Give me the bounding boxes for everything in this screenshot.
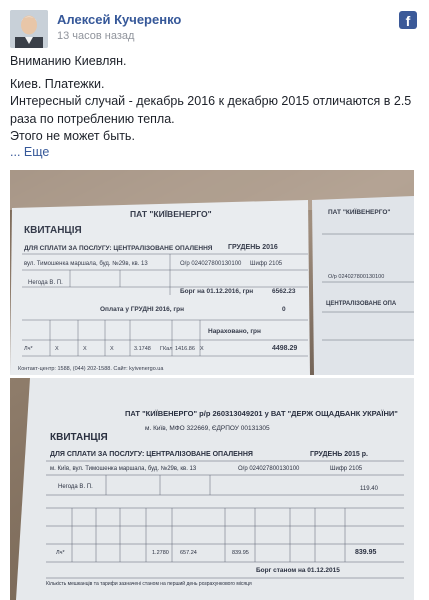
author-name[interactable]: Алексей Кучеренко [57, 12, 181, 27]
billing-month: ГРУДЕНЬ 2015 р. [310, 451, 368, 458]
address: м. Київ, вул. Тимошенка маршала, буд. №2… [50, 465, 197, 472]
document-title: КВИТАНЦІЯ [50, 432, 108, 443]
row-cell: 839.95 [232, 550, 249, 556]
receipt-photo-top: ПАТ "КИЇВЕНЕРГО" КВИТАНЦІЯ ДЛЯ СПЛАТИ ЗА… [10, 170, 414, 375]
see-more-link[interactable]: ... Еще [10, 145, 49, 159]
post-line: Этого не может быть. [10, 129, 135, 143]
facebook-post: Алексей Кучеренко 13 часов назад f Внима… [0, 0, 429, 600]
photo-receipt-2016[interactable]: ПАТ "КИЇВЕНЕРГО" КВИТАНЦІЯ ДЛЯ СПЛАТИ ЗА… [10, 170, 414, 375]
debt-label: Борг станом на 01.12.2015 [256, 567, 340, 574]
post-line: Вниманию Киевлян. [10, 54, 127, 68]
receipt-photo-bottom: ПАТ "КИЇВЕНЕРГО" р/р 260313049201 у ВАТ … [10, 378, 414, 600]
photo-receipt-2015[interactable]: ПАТ "КИЇВЕНЕРГО" р/р 260313049201 у ВАТ … [10, 378, 414, 600]
footer-note: Кількість мешканців та тарифи зазначені … [46, 580, 252, 587]
code: Шифр 2105 [330, 466, 363, 472]
row-cell: 1.2780 [152, 550, 169, 556]
heated-area: 119.40 [360, 486, 379, 492]
post-line: Интересный случай - декабрь 2016 к декаб… [10, 94, 412, 126]
person-name: Негода В. П. [58, 484, 93, 490]
avatar[interactable] [10, 10, 48, 48]
company-name: ПАТ "КИЇВЕНЕРГО" р/р 260313049201 у ВАТ … [125, 409, 398, 418]
service-title: ДЛЯ СПЛАТИ ЗА ПОСЛУГУ: ЦЕНТРАЛІЗОВАНЕ ОП… [50, 451, 253, 458]
bank-details: м. Київ, МФО 322669, ЄДРПОУ 00131305 [145, 425, 270, 432]
facebook-icon[interactable]: f [399, 11, 417, 29]
account-number: О/р 024027800130100 [238, 466, 300, 472]
post-body: Вниманию Киевлян. Киев. Платежки. Интере… [10, 53, 415, 151]
post-timestamp[interactable]: 13 часов назад [57, 30, 134, 42]
row-cell: 657.24 [180, 550, 197, 556]
author-photo [10, 10, 48, 48]
row-cell: Лч* [56, 550, 65, 556]
post-line: Киев. Платежки. [10, 76, 105, 91]
row-cell: 839.95 [355, 549, 377, 556]
